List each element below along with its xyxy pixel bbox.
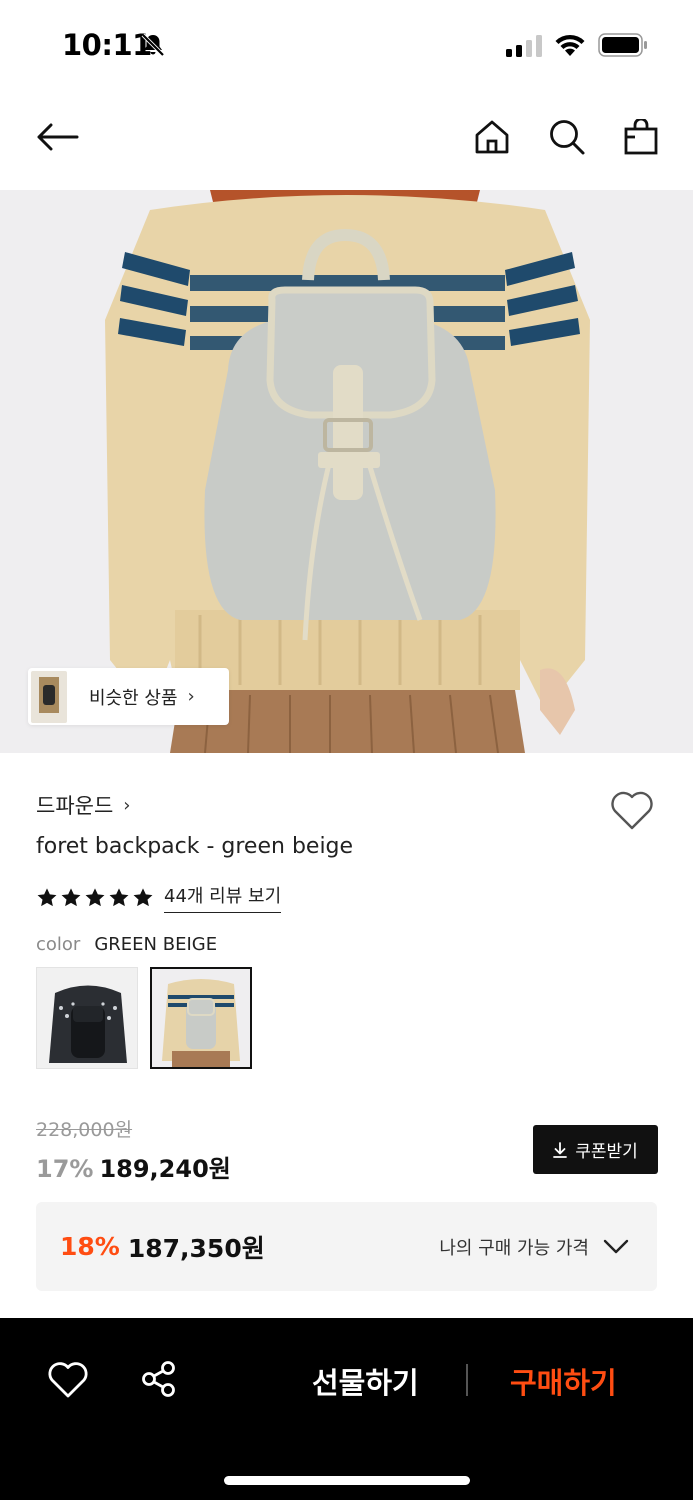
wishlist-heart-icon[interactable] (609, 789, 655, 831)
chevron-right-icon: › (187, 686, 195, 707)
signal-icon (506, 35, 542, 57)
similar-thumbnail (31, 670, 67, 723)
download-icon (553, 1141, 568, 1158)
home-button[interactable] (467, 112, 517, 162)
rating-row: 44개 리뷰 보기 (36, 882, 282, 913)
my-price: 187,350원 (127, 1233, 265, 1263)
price-row: 17% 189,240원 (36, 1149, 231, 1184)
cart-button[interactable] (616, 112, 666, 162)
swatch-green-beige-photo (152, 969, 250, 1067)
buy-button[interactable]: 구매하기 (510, 1360, 617, 1402)
brand-name: 드파운드 (36, 794, 114, 818)
search-icon (550, 120, 585, 155)
sale-price: 189,240원 (99, 1155, 231, 1183)
battery-icon (598, 33, 647, 57)
star-icon (133, 887, 153, 906)
similar-products-label: 비슷한 상품 (89, 687, 178, 709)
original-price: 228,000원 (36, 1119, 133, 1141)
wifi-icon (555, 34, 585, 56)
bottom-action-bar: 선물하기 구매하기 (0, 1318, 693, 1500)
heart-icon[interactable] (47, 1361, 89, 1399)
my-price-dropdown[interactable]: 18% 187,350원 나의 구매 가능 가격 (36, 1202, 657, 1291)
color-swatch-black[interactable] (36, 967, 138, 1069)
color-label: color (36, 934, 81, 955)
discount-rate: 17% (36, 1155, 94, 1183)
shopping-bag-icon (624, 119, 658, 155)
home-indicator (224, 1476, 470, 1485)
star-icon (109, 887, 129, 906)
review-link[interactable]: 44개 리뷰 보기 (164, 882, 282, 913)
star-icon (37, 887, 57, 906)
color-value: GREEN BEIGE (94, 934, 218, 955)
search-button[interactable] (542, 112, 592, 162)
home-icon (475, 120, 509, 154)
status-bar: 10:11 (0, 0, 693, 92)
share-icon[interactable] (140, 1360, 178, 1398)
color-row: color GREEN BEIGE (36, 934, 217, 955)
star-icon (61, 887, 81, 906)
color-swatch-green-beige[interactable] (150, 967, 252, 1069)
gift-button[interactable]: 선물하기 (312, 1360, 419, 1402)
chevron-down-icon (603, 1239, 629, 1254)
brand-link[interactable]: 드파운드 › (36, 790, 130, 820)
top-nav (0, 92, 693, 190)
swatch-black-photo (37, 968, 137, 1068)
coupon-label: 쿠폰받기 (575, 1142, 638, 1162)
back-button[interactable] (32, 112, 82, 162)
divider (466, 1364, 468, 1396)
bell-slash-icon (141, 33, 165, 57)
status-time: 10:11 (62, 28, 152, 62)
coupon-download-button[interactable]: 쿠폰받기 (533, 1125, 658, 1174)
chevron-right-icon: › (123, 794, 131, 816)
product-title: foret backpack - green beige (36, 834, 354, 859)
back-arrow-icon (37, 123, 79, 151)
similar-products-button[interactable]: 비슷한 상품 › (28, 668, 229, 725)
star-icon (85, 887, 105, 906)
my-price-label: 나의 구매 가능 가격 (439, 1237, 589, 1259)
my-discount-rate: 18% (60, 1232, 120, 1261)
